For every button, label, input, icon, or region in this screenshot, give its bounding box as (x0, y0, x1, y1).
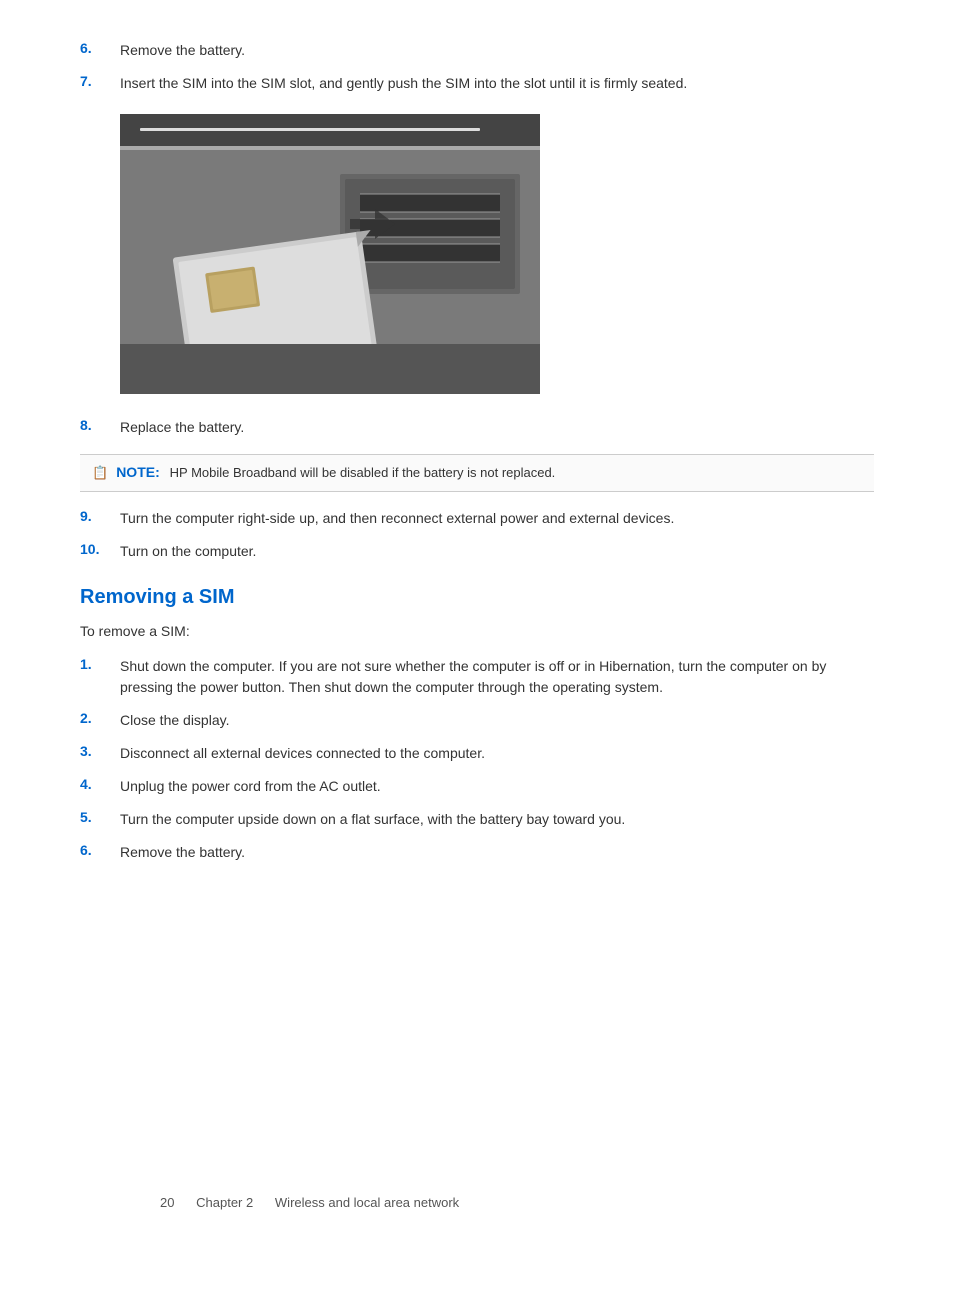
step-text-8: Replace the battery. (120, 417, 874, 438)
step-removing-text-2: Close the display. (120, 710, 874, 731)
step-text-10: Turn on the computer. (120, 541, 874, 562)
step-number-8: 8. (80, 417, 120, 433)
step-8-list: 8. Replace the battery. (80, 417, 874, 438)
step-removing-5: 5. Turn the computer upside down on a fl… (80, 809, 874, 830)
step-number-7: 7. (80, 73, 120, 89)
step-text-6: Remove the battery. (120, 40, 874, 61)
step-removing-6: 6. Remove the battery. (80, 842, 874, 863)
step-removing-2: 2. Close the display. (80, 710, 874, 731)
step-removing-text-3: Disconnect all external devices connecte… (120, 743, 874, 764)
footer-chapter-title: Wireless and local area network (275, 1195, 459, 1210)
step-removing-text-4: Unplug the power cord from the AC outlet… (120, 776, 874, 797)
section-heading-removing-sim: Removing a SIM (80, 586, 874, 609)
intro-text: To remove a SIM: (80, 621, 874, 642)
page-footer: 20 Chapter 2 Wireless and local area net… (160, 1195, 459, 1210)
steps-removing-list: 1. Shut down the computer. If you are no… (80, 656, 874, 863)
step-text-9: Turn the computer right-side up, and the… (120, 508, 874, 529)
note-content: NOTE: HP Mobile Broadband will be disabl… (116, 463, 555, 483)
note-box: 📋 NOTE: HP Mobile Broadband will be disa… (80, 454, 874, 492)
sim-slot-diagram (120, 114, 540, 394)
step-removing-number-4: 4. (80, 776, 120, 792)
step-removing-number-2: 2. (80, 710, 120, 726)
note-label: NOTE: (116, 464, 160, 480)
step-item-8: 8. Replace the battery. (80, 417, 874, 438)
step-number-9: 9. (80, 508, 120, 524)
footer-chapter: Chapter 2 (196, 1195, 253, 1210)
page-content: 6. Remove the battery. 7. Insert the SIM… (80, 40, 874, 1240)
steps-final-top-list: 9. Turn the computer right-side up, and … (80, 508, 874, 562)
footer-page-number: 20 (160, 1195, 174, 1210)
step-text-7: Insert the SIM into the SIM slot, and ge… (120, 73, 874, 94)
step-removing-text-5: Turn the computer upside down on a flat … (120, 809, 874, 830)
step-item-7: 7. Insert the SIM into the SIM slot, and… (80, 73, 874, 94)
step-item-10: 10. Turn on the computer. (80, 541, 874, 562)
step-removing-3: 3. Disconnect all external devices conne… (80, 743, 874, 764)
note-text: HP Mobile Broadband will be disabled if … (170, 465, 556, 480)
step-item-9: 9. Turn the computer right-side up, and … (80, 508, 874, 529)
step-removing-4: 4. Unplug the power cord from the AC out… (80, 776, 874, 797)
note-icon: 📋 (92, 463, 108, 483)
step-item-6: 6. Remove the battery. (80, 40, 874, 61)
step-removing-text-6: Remove the battery. (120, 842, 874, 863)
step-removing-number-6: 6. (80, 842, 120, 858)
step-removing-number-1: 1. (80, 656, 120, 672)
step-number-6: 6. (80, 40, 120, 56)
step-number-10: 10. (80, 541, 120, 557)
step-removing-1: 1. Shut down the computer. If you are no… (80, 656, 874, 698)
step-removing-number-5: 5. (80, 809, 120, 825)
step-removing-text-1: Shut down the computer. If you are not s… (120, 656, 874, 698)
step-removing-number-3: 3. (80, 743, 120, 759)
sim-image-container (120, 114, 874, 397)
steps-top-list: 6. Remove the battery. 7. Insert the SIM… (80, 40, 874, 94)
